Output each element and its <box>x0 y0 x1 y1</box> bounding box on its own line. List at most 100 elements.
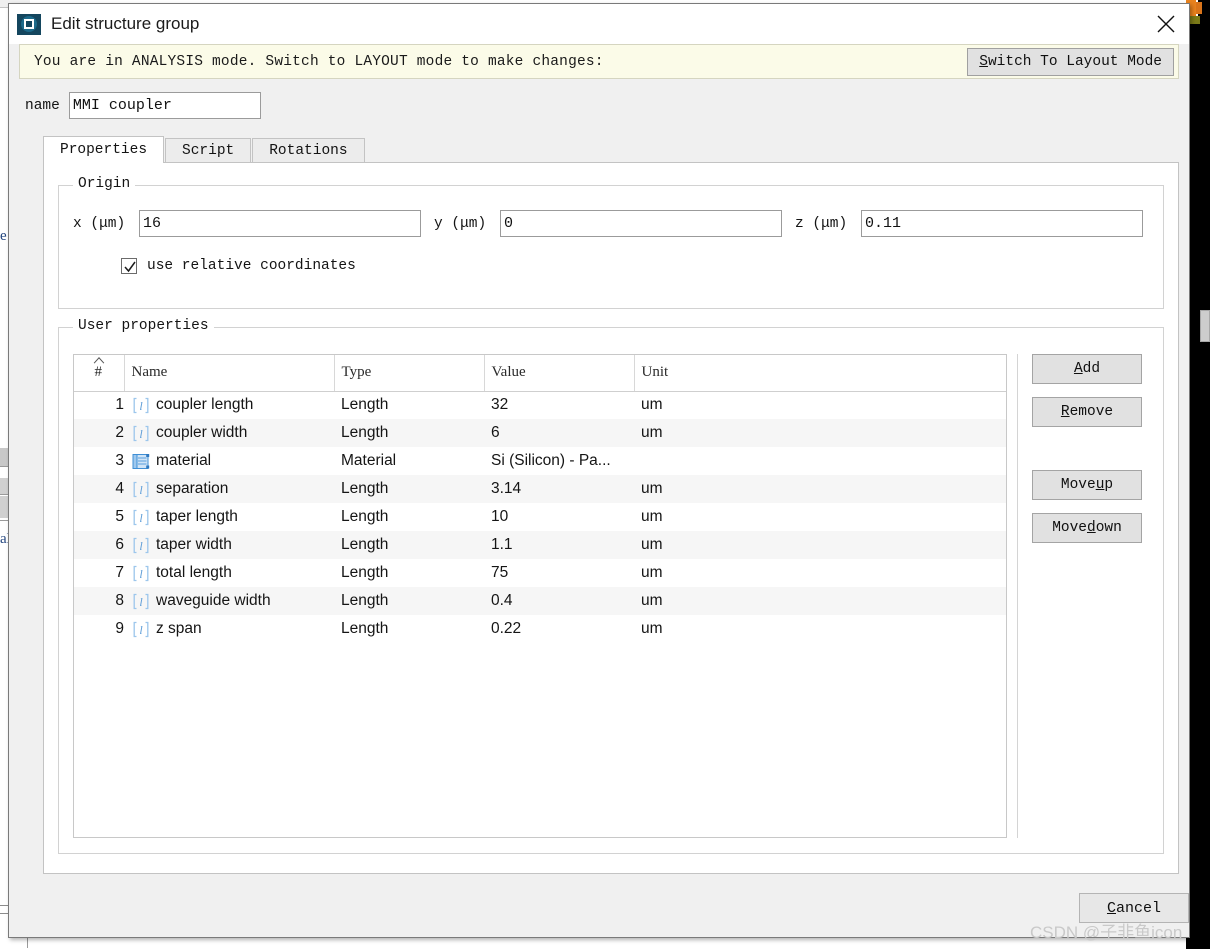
screen: e al Edit structure group You are in ANA… <box>0 0 1210 949</box>
length-variable-icon: l <box>133 425 149 441</box>
table-row[interactable]: 1 l coupler length Length 32 um <box>74 391 1006 419</box>
svg-text:l: l <box>139 567 143 581</box>
property-name-label: coupler width <box>156 424 248 441</box>
cell-unit: um <box>641 508 663 525</box>
analysis-mode-banner: You are in ANALYSIS mode. Switch to LAYO… <box>19 44 1179 79</box>
column-header-number[interactable]: # <box>74 355 125 392</box>
use-relative-coordinates-row: use relative coordinates <box>121 258 356 274</box>
cell-value[interactable]: 10 <box>484 503 634 531</box>
dialog-title: Edit structure group <box>51 14 200 33</box>
user-properties-table-container[interactable]: # Name Type Value Unit 1 l coupler length L… <box>73 354 1007 838</box>
column-header-value[interactable]: Value <box>484 355 635 392</box>
user-properties-buttons: Add Remove Move up Move d own <box>1017 354 1151 838</box>
cell-number: 6 <box>74 531 124 559</box>
cell-number: 9 <box>115 620 124 637</box>
origin-z-input[interactable] <box>861 210 1143 237</box>
length-variable-icon: l <box>133 537 149 553</box>
material-list-icon <box>132 453 150 469</box>
accelerator-letter: C <box>1106 899 1116 917</box>
name-input[interactable] <box>68 92 261 119</box>
tab-script[interactable]: Script <box>165 138 252 163</box>
accelerator-letter: d <box>1087 520 1096 536</box>
tab-bar: Properties Script Rotations <box>43 136 1179 163</box>
cell-value[interactable]: 1.1 <box>484 531 634 559</box>
cell-value[interactable]: 75 <box>484 559 634 587</box>
svg-text:l: l <box>139 623 143 637</box>
table-row[interactable]: 2 l coupler width Length 6 um <box>74 419 1006 447</box>
cell-type: Length <box>341 564 389 581</box>
cell-type: Length <box>341 508 389 525</box>
table-row[interactable]: 4 l separation Length 3.14 um <box>74 475 1006 503</box>
cell-type: Length <box>334 531 484 559</box>
cell-type: Length <box>334 587 484 615</box>
cell-number: 7 <box>115 564 124 581</box>
cell-name: l taper width <box>124 531 334 559</box>
cell-value[interactable]: 0.22 <box>484 615 634 643</box>
table-body: 1 l coupler length Length 32 um 2 l coupler widt… <box>74 391 1006 643</box>
user-properties-group: User properties # Name Type Value Unit 1… <box>58 318 1164 854</box>
table-row[interactable]: 3 material Material Si (Silicon) - Pa... <box>74 447 1006 475</box>
length-variable-icon: l <box>133 397 149 413</box>
cell-number: 3 <box>115 452 124 469</box>
move-down-prefix: Move <box>1052 520 1087 536</box>
move-up-button[interactable]: Move up <box>1032 470 1142 500</box>
origin-y-input[interactable] <box>500 210 782 237</box>
user-properties-group-title: User properties <box>73 318 214 334</box>
background-scrollbar-thumb[interactable] <box>1200 310 1210 342</box>
cell-value[interactable]: 0.4 <box>484 587 634 615</box>
remove-button[interactable]: Remove <box>1032 397 1142 427</box>
svg-text:l: l <box>139 595 143 609</box>
add-button[interactable]: Add <box>1032 354 1142 384</box>
cell-unit: um <box>634 531 1006 559</box>
user-properties-table: # Name Type Value Unit 1 l coupler length L… <box>74 355 1006 643</box>
column-header-unit[interactable]: Unit <box>634 355 1006 392</box>
cell-number: 1 <box>115 396 124 414</box>
move-up-suffix: p <box>1104 477 1114 493</box>
cell-name: material <box>124 447 334 475</box>
property-name-label: total length <box>156 564 232 581</box>
sort-ascending-icon <box>93 357 105 364</box>
name-label: name <box>25 97 60 114</box>
move-up-prefix: Move <box>1060 477 1096 493</box>
cell-value[interactable]: Si (Silicon) - Pa... <box>484 447 634 475</box>
column-header-name[interactable]: Name <box>124 355 335 392</box>
tab-properties[interactable]: Properties <box>43 136 165 163</box>
table-row[interactable]: 7 l total length Length 75 um <box>74 559 1006 587</box>
cell-unit: um <box>641 396 663 414</box>
cell-name: l total length <box>124 559 334 587</box>
add-button-label: dd <box>1082 361 1101 377</box>
table-row[interactable]: 5 l taper length Length 10 um <box>74 503 1006 531</box>
lumerical-app-icon <box>17 12 41 36</box>
column-header-type[interactable]: Type <box>334 355 485 392</box>
origin-coordinates-row: x (μm) y (μm) z (μm) <box>59 210 1163 237</box>
length-variable-icon: l <box>133 621 149 637</box>
close-icon[interactable] <box>1143 4 1189 44</box>
cell-unit: um <box>634 587 1006 615</box>
accelerator-letter: A <box>1073 361 1083 377</box>
use-relative-coordinates-checkbox[interactable] <box>121 258 137 274</box>
origin-x-input[interactable] <box>139 210 421 237</box>
remove-button-label: emove <box>1069 404 1114 420</box>
table-row[interactable]: 9 l z span Length 0.22 um <box>74 615 1006 643</box>
accelerator-letter: S <box>979 54 988 70</box>
switch-to-layout-mode-button[interactable]: Switch To Layout Mode <box>967 48 1174 76</box>
cancel-button[interactable]: Cancel <box>1079 893 1189 923</box>
background-text-fragment-1: e <box>0 228 7 244</box>
svg-text:l: l <box>139 483 143 497</box>
table-row[interactable]: 8 l waveguide width Length 0.4 um <box>74 587 1006 615</box>
property-name-label: separation <box>156 480 229 497</box>
properties-tab-panel: Origin x (μm) y (μm) z (μm) use rel <box>43 162 1179 874</box>
tab-rotations[interactable]: Rotations <box>252 138 365 163</box>
table-row[interactable]: 6 l taper width Length 1.1 um <box>74 531 1006 559</box>
cell-value[interactable]: 6 <box>484 419 634 447</box>
cell-value[interactable]: 3.14 <box>484 475 634 503</box>
cell-unit <box>634 447 1006 475</box>
cell-type: Length <box>334 475 484 503</box>
cell-unit: um <box>641 620 663 637</box>
cell-value[interactable]: 32 <box>484 391 634 419</box>
move-down-button[interactable]: Move d own <box>1032 513 1142 543</box>
cell-name: l z span <box>124 615 334 643</box>
cell-unit: um <box>634 475 1006 503</box>
move-down-suffix: own <box>1095 520 1122 536</box>
cell-type: Length <box>341 620 389 637</box>
